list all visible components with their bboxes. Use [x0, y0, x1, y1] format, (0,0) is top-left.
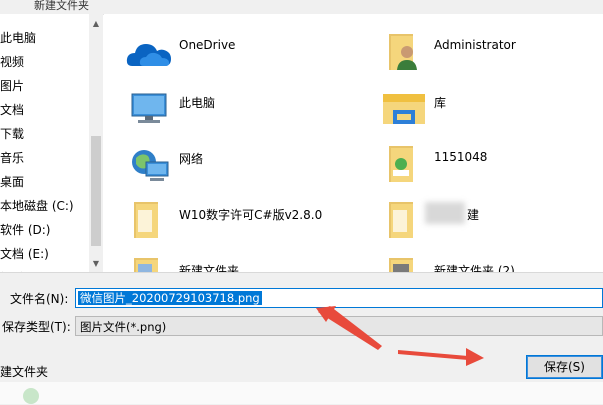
folder-icon	[134, 258, 158, 272]
file-name: 1151048	[434, 150, 488, 164]
file-name: 建	[467, 208, 480, 222]
nav-item-downloads[interactable]: 下载	[0, 124, 24, 144]
file-item-this-pc[interactable]: 此电脑	[104, 80, 344, 130]
file-name: 新建文件夹 (2)	[434, 264, 515, 272]
current-folder-label: 新建文件夹	[34, 0, 89, 12]
nav-item-documents[interactable]: 文档	[0, 100, 24, 120]
filename-value[interactable]: 微信图片_20200729103718.png	[78, 291, 262, 305]
nav-item-music[interactable]: 音乐	[0, 148, 24, 168]
file-item-1151048[interactable]: 1151048	[359, 136, 599, 186]
background-app-icon	[23, 388, 39, 404]
file-item-library[interactable]: 库	[359, 80, 599, 130]
file-item-new-folder-2[interactable]: 新建文件夹 (2)	[359, 248, 599, 272]
file-name: Administrator	[434, 38, 516, 52]
filename-label: 文件名(N):	[10, 292, 69, 306]
save-button[interactable]: 保存(S)	[526, 355, 603, 379]
file-name: 网络	[179, 152, 204, 166]
file-name: 新建文件夹	[179, 264, 240, 272]
filetype-value: 图片文件(*.png)	[80, 320, 167, 334]
file-item-administrator[interactable]: Administrator	[359, 24, 599, 74]
nav-scrollbar[interactable]: ▲ ▼	[89, 14, 103, 272]
onedrive-cloud-icon	[126, 44, 171, 66]
file-item-onedrive[interactable]: OneDrive	[104, 24, 344, 74]
network-icon	[132, 150, 169, 181]
scroll-up-icon[interactable]: ▲	[92, 20, 100, 28]
nav-item-drive-d[interactable]: 软件 (D:)	[0, 220, 50, 240]
nav-item-drive-e[interactable]: 文档 (E:)	[0, 244, 49, 264]
scroll-down-icon[interactable]: ▼	[92, 260, 100, 268]
file-name: OneDrive	[179, 38, 236, 52]
folder-icon	[134, 202, 158, 238]
nav-item-this-pc[interactable]: 此电脑	[0, 28, 36, 48]
scroll-thumb[interactable]	[91, 136, 101, 246]
redaction-blur	[425, 202, 465, 224]
background-window-strip	[0, 382, 603, 404]
nav-item-videos[interactable]: 视频	[0, 52, 24, 72]
file-item-blurred[interactable]: 建	[359, 192, 599, 242]
folder-icon	[389, 202, 413, 238]
file-name: 库	[434, 96, 447, 110]
file-list: OneDrive Administrator 此电脑 库 网络 1151048 …	[104, 14, 603, 272]
navigation-pane: 此电脑 视频 图片 文档 下载 音乐 桌面 本地磁盘 (C:) 软件 (D:) …	[0, 14, 100, 272]
file-item-w10[interactable]: W10数字许可C#版v2.8.0	[104, 192, 344, 242]
filetype-select[interactable]: 图片文件(*.png)	[75, 316, 603, 336]
file-name: 此电脑	[179, 96, 216, 110]
folder-icon	[389, 258, 413, 272]
user-folder-icon	[389, 34, 417, 70]
folder-icon	[389, 146, 413, 182]
filename-input[interactable]: 微信图片_20200729103718.png	[75, 288, 603, 308]
new-folder-button[interactable]: 建文件夹	[0, 363, 48, 380]
library-icon	[383, 94, 425, 124]
file-item-network[interactable]: 网络	[104, 136, 344, 186]
nav-item-pictures[interactable]: 图片	[0, 76, 24, 96]
filetype-label: 保存类型(T):	[2, 320, 71, 334]
address-strip: 新建文件夹	[0, 0, 603, 15]
nav-item-desktop[interactable]: 桌面	[0, 172, 24, 192]
file-name: W10数字许可C#版v2.8.0	[179, 208, 323, 222]
nav-item-drive-c[interactable]: 本地磁盘 (C:)	[0, 196, 74, 216]
this-pc-icon	[131, 93, 167, 123]
file-item-new-folder[interactable]: 新建文件夹	[104, 248, 344, 272]
